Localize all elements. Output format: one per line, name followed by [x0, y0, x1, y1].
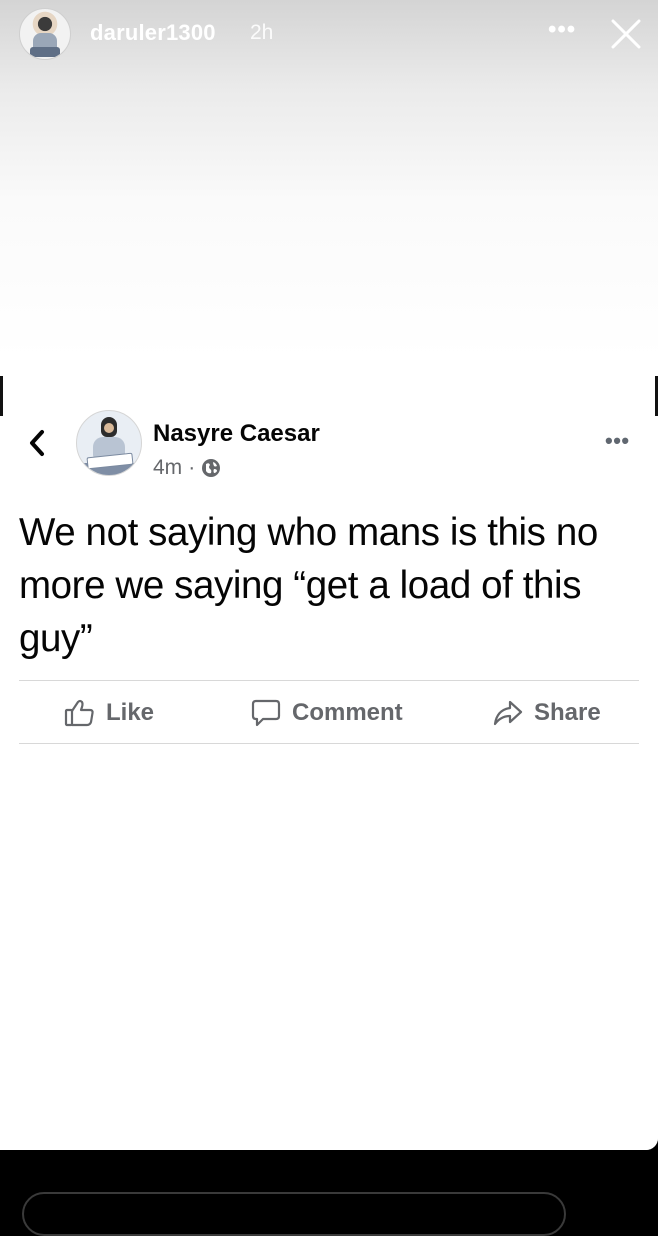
share-label: Share — [534, 699, 601, 726]
post-body-text: We not saying who mans is this no more w… — [19, 511, 598, 660]
screenshot-edge — [0, 376, 3, 416]
story-frame: daruler1300 2h ••• Nasyre Caesar 4m · ••… — [0, 0, 658, 1150]
back-chevron-icon[interactable] — [22, 426, 52, 460]
like-label: Like — [106, 699, 155, 726]
comment-label: Comment — [292, 699, 403, 726]
shared-post-screenshot: Nasyre Caesar 4m · ••• We not saying who… — [0, 376, 658, 1150]
post-author-avatar[interactable] — [76, 410, 142, 476]
share-arrow-icon — [493, 700, 523, 726]
like-button[interactable]: Like — [64, 696, 154, 730]
share-button[interactable]: Share — [492, 696, 601, 730]
story-reply-bar — [0, 1150, 658, 1236]
divider — [19, 680, 639, 681]
post-meta: 4m · — [153, 456, 221, 480]
globe-icon — [202, 459, 221, 477]
meta-separator: · — [188, 456, 196, 479]
comment-button[interactable]: Comment — [250, 696, 403, 730]
post-more-options-icon[interactable]: ••• — [605, 428, 630, 454]
avatar-face — [104, 423, 114, 433]
story-avatar[interactable] — [19, 8, 71, 60]
divider — [19, 743, 639, 744]
thumbs-up-icon — [64, 699, 94, 727]
story-header: daruler1300 2h ••• — [0, 0, 658, 70]
close-icon[interactable] — [606, 14, 646, 54]
reply-input[interactable] — [22, 1192, 566, 1236]
comment-bubble-icon — [251, 699, 281, 727]
avatar-figure-legs — [30, 47, 60, 57]
story-more-options-icon[interactable]: ••• — [548, 16, 576, 44]
post-author-name[interactable]: Nasyre Caesar — [153, 420, 320, 448]
post-timestamp[interactable]: 4m — [153, 456, 182, 480]
story-username[interactable]: daruler1300 — [90, 20, 216, 46]
story-timestamp: 2h — [250, 21, 274, 44]
